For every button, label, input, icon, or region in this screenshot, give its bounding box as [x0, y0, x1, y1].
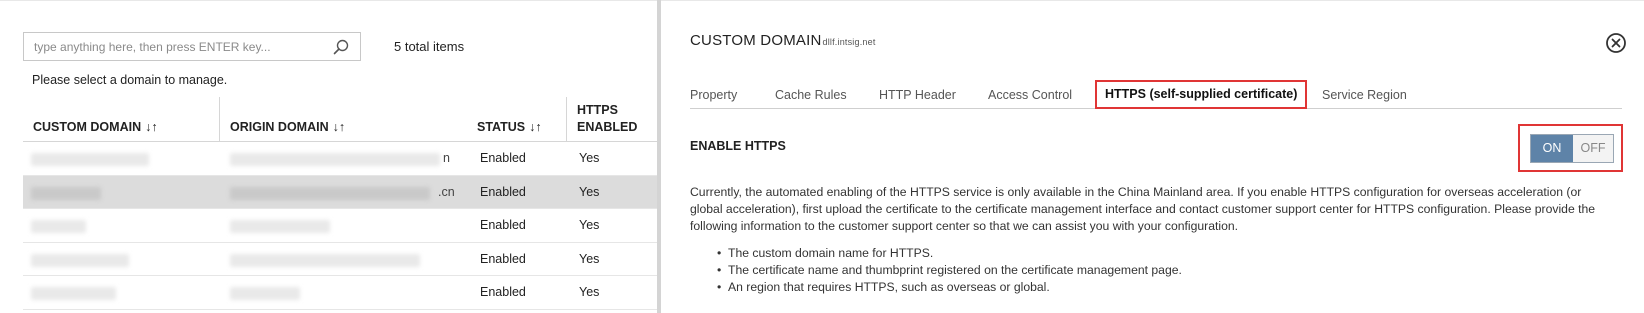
- redacted-custom-domain: [31, 287, 116, 300]
- list-item: The certificate name and thumbprint regi…: [717, 262, 1182, 279]
- column-header-origin-domain[interactable]: ORIGIN DOMAIN ↓↑: [219, 97, 467, 142]
- toggle-on-button[interactable]: ON: [1531, 135, 1573, 162]
- https-cell: Yes: [579, 184, 600, 199]
- sort-icon[interactable]: ↓↑: [145, 120, 158, 134]
- column-header-https-enabled[interactable]: HTTPS ENABLED: [566, 97, 657, 142]
- list-item: The custom domain name for HTTPS.: [717, 245, 1182, 262]
- redacted-custom-domain: [31, 153, 149, 166]
- tab-http-header[interactable]: HTTP Header: [879, 88, 956, 102]
- redacted-origin-domain: [230, 220, 330, 233]
- https-cell: Yes: [579, 151, 600, 165]
- table-row[interactable]: .cn Enabled Yes: [23, 175, 657, 209]
- column-header-label: STATUS: [477, 120, 526, 134]
- redacted-origin-domain: [230, 287, 300, 300]
- table-row[interactable]: Enabled Yes: [23, 276, 657, 310]
- tab-property[interactable]: Property: [690, 88, 737, 102]
- sort-icon[interactable]: ↓↑: [529, 120, 542, 134]
- column-header-label-line1: HTTPS: [577, 103, 618, 117]
- tab-access-control[interactable]: Access Control: [988, 88, 1072, 102]
- status-cell: Enabled: [480, 285, 526, 299]
- tab-bar: Property Cache Rules HTTP Header Access …: [690, 80, 1622, 109]
- tab-cache-rules[interactable]: Cache Rules: [775, 88, 847, 102]
- sort-icon[interactable]: ↓↑: [333, 120, 346, 134]
- search-icon[interactable]: [332, 38, 350, 56]
- redacted-origin-domain: [230, 253, 420, 267]
- panel-title: CUSTOM DOMAINdllf.intsig.net: [690, 32, 876, 49]
- select-domain-message: Please select a domain to manage.: [32, 73, 228, 87]
- https-cell: Yes: [579, 285, 600, 299]
- requirements-list: The custom domain name for HTTPS. The ce…: [717, 245, 1182, 296]
- column-header-label-line2: ENABLED: [577, 120, 638, 134]
- redacted-origin-domain: [230, 186, 430, 200]
- status-cell: Enabled: [480, 151, 526, 165]
- table-row[interactable]: Enabled Yes: [23, 209, 657, 243]
- column-header-label: ORIGIN DOMAIN: [230, 120, 329, 134]
- redacted-origin-domain: [230, 153, 440, 166]
- toggle-off-button[interactable]: OFF: [1573, 135, 1613, 162]
- list-item: An region that requires HTTPS, such as o…: [717, 279, 1182, 296]
- domain-table: CUSTOM DOMAIN ↓↑ ORIGIN DOMAIN ↓↑ STATUS ↓↑…: [23, 97, 657, 310]
- https-description: Currently, the automated enabling of the…: [690, 185, 1596, 233]
- domain-list-pane: 5 total items Please select a domain to …: [0, 0, 657, 313]
- https-cell: Yes: [579, 251, 600, 266]
- redacted-custom-domain: [31, 186, 101, 200]
- redacted-custom-domain: [31, 220, 86, 233]
- enable-https-label: ENABLE HTTPS: [690, 139, 786, 153]
- panel-title-text: CUSTOM DOMAIN: [690, 32, 822, 49]
- enable-https-toggle[interactable]: ON OFF: [1530, 134, 1614, 163]
- origin-domain-tail: .cn: [438, 184, 455, 199]
- origin-domain-tail: n: [443, 151, 450, 165]
- status-cell: Enabled: [480, 184, 526, 199]
- column-header-custom-domain[interactable]: CUSTOM DOMAIN ↓↑: [23, 97, 219, 142]
- table-row[interactable]: n Enabled Yes: [23, 142, 657, 176]
- column-header-status[interactable]: STATUS ↓↑: [467, 97, 567, 142]
- total-items-count: 5 total items: [394, 39, 465, 54]
- redacted-custom-domain: [31, 253, 129, 267]
- status-cell: Enabled: [480, 218, 526, 232]
- search-box[interactable]: [23, 32, 361, 61]
- panel-subtitle: dllf.intsig.net: [822, 37, 876, 47]
- custom-domain-panel: CUSTOM DOMAINdllf.intsig.net Property Ca…: [661, 0, 1644, 313]
- tab-https-self-supplied-certificate[interactable]: HTTPS (self-supplied certificate): [1095, 80, 1308, 109]
- column-header-label: CUSTOM DOMAIN: [33, 120, 142, 134]
- https-cell: Yes: [579, 218, 600, 232]
- close-icon[interactable]: [1605, 32, 1627, 54]
- table-header: CUSTOM DOMAIN ↓↑ ORIGIN DOMAIN ↓↑ STATUS ↓↑…: [23, 97, 657, 142]
- enable-https-toggle-highlight: ON OFF: [1518, 124, 1623, 172]
- status-cell: Enabled: [480, 251, 526, 266]
- tab-service-region[interactable]: Service Region: [1322, 88, 1407, 102]
- table-row[interactable]: Enabled Yes: [23, 243, 657, 276]
- search-input[interactable]: [24, 33, 324, 60]
